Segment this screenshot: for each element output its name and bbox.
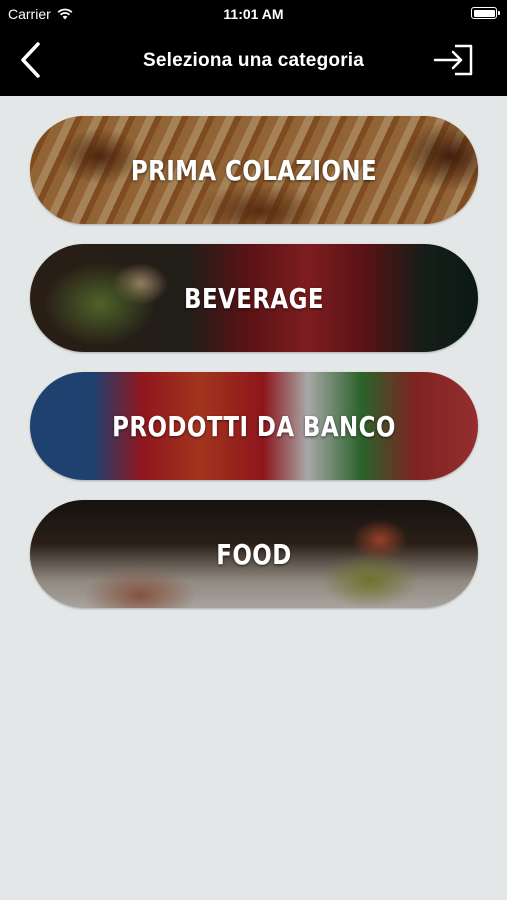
- category-beverage[interactable]: BEVERAGE: [30, 244, 478, 352]
- status-time: 11:01 AM: [223, 6, 284, 22]
- category-list: PRIMA COLAZIONE BEVERAGE PRODOTTI DA BAN…: [30, 116, 478, 628]
- category-prodotti-da-banco[interactable]: PRODOTTI DA BANCO: [30, 372, 478, 480]
- category-label: BEVERAGE: [184, 281, 324, 315]
- category-prima-colazione[interactable]: PRIMA COLAZIONE: [30, 116, 478, 224]
- category-label: PRODOTTI DA BANCO: [112, 409, 396, 443]
- category-food[interactable]: FOOD: [30, 500, 478, 608]
- page-title: Seleziona una categoria: [142, 50, 365, 71]
- category-label: PRIMA COLAZIONE: [130, 153, 378, 187]
- login-button[interactable]: [433, 42, 475, 78]
- battery-icon: [471, 7, 500, 19]
- sign-in-icon: [433, 44, 473, 76]
- status-bar: Carrier 11:01 AM: [0, 0, 507, 28]
- navigation-bar: Seleziona una categoria: [0, 28, 507, 96]
- category-label: FOOD: [216, 537, 292, 571]
